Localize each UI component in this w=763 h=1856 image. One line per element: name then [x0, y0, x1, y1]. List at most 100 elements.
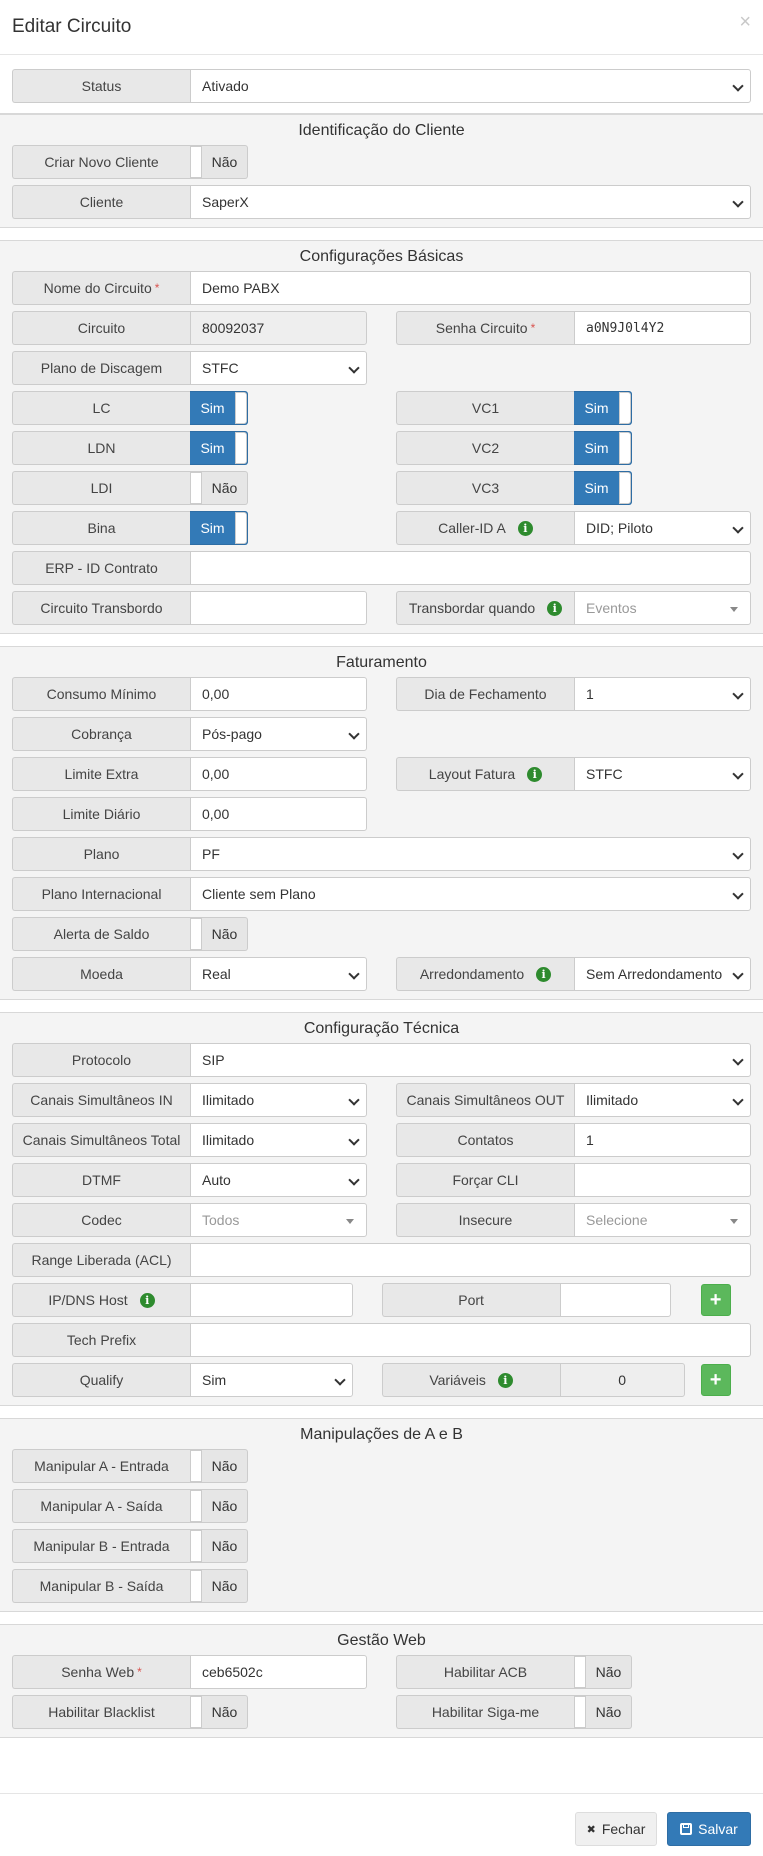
vc1-label: VC1	[396, 391, 574, 425]
dial-plan-select[interactable]: STFC	[190, 351, 367, 385]
insecure-select[interactable]: Selecione	[574, 1203, 751, 1237]
daily-limit-input[interactable]: 0,00	[190, 797, 367, 831]
vc3-toggle[interactable]: Sim	[574, 471, 632, 505]
add-host-button[interactable]: +	[700, 1284, 731, 1316]
currency-select[interactable]: Real	[190, 957, 367, 991]
channels-in-select[interactable]: Ilimitado	[190, 1083, 367, 1117]
ip-host-input[interactable]	[190, 1283, 353, 1317]
min-consumption-input[interactable]: 0,00	[190, 677, 367, 711]
contacts-input[interactable]: 1	[574, 1123, 751, 1157]
add-variable-button[interactable]: +	[700, 1364, 731, 1396]
info-icon[interactable]: i	[517, 520, 533, 536]
circuit-password-input[interactable]: a0N9J0l4Y2	[574, 311, 751, 345]
basic-config-section: Configurações Básicas Nome do Circuito * …	[0, 240, 763, 634]
manipulation-section: Manipulações de A e B Manipular A - Entr…	[0, 1418, 763, 1612]
info-icon[interactable]: i	[497, 1372, 513, 1388]
rounding-label: Arredondamento i	[396, 957, 574, 991]
erp-contract-label: ERP - ID Contrato	[12, 551, 190, 585]
vc1-toggle[interactable]: Sim	[574, 391, 632, 425]
tech-config-section: Configuração Técnica Protocolo SIP Canai…	[0, 1012, 763, 1406]
billing-type-select[interactable]: Pós-pago	[190, 717, 367, 751]
port-input[interactable]	[559, 1283, 671, 1317]
lc-toggle[interactable]: Sim	[190, 391, 248, 425]
ldi-toggle[interactable]: Não	[190, 471, 248, 505]
info-icon[interactable]: i	[527, 766, 543, 782]
vc2-toggle[interactable]: Sim	[574, 431, 632, 465]
web-password-label: Senha Web *	[12, 1655, 190, 1689]
acl-range-input[interactable]	[190, 1243, 751, 1277]
close-button[interactable]: ✖ Fechar	[575, 1812, 657, 1846]
qualify-select[interactable]: Sim	[190, 1363, 353, 1397]
client-select[interactable]: SaperX	[190, 185, 751, 219]
client-section: Identificação do Cliente Criar Novo Clie…	[0, 114, 763, 228]
force-cli-label: Forçar CLI	[396, 1163, 574, 1197]
manip-b-out-toggle[interactable]: Não	[190, 1569, 248, 1603]
protocol-select[interactable]: SIP	[190, 1043, 751, 1077]
billing-type-label: Cobrança	[12, 717, 190, 751]
manip-a-in-label: Manipular A - Entrada	[12, 1449, 190, 1483]
currency-label: Moeda	[12, 957, 190, 991]
tech-prefix-label: Tech Prefix	[12, 1323, 190, 1357]
section-title: Manipulações de A e B	[300, 1426, 463, 1443]
intl-plan-select[interactable]: Cliente sem Plano	[190, 877, 751, 911]
channels-total-label: Canais Simultâneos Total	[12, 1123, 190, 1157]
info-icon[interactable]: i	[547, 600, 563, 616]
balance-alert-label: Alerta de Saldo	[12, 917, 190, 951]
edit-circuit-modal: Editar Circuito × Status Ativado Identif…	[0, 0, 763, 1856]
manip-a-out-toggle[interactable]: Não	[190, 1489, 248, 1523]
enable-blacklist-toggle[interactable]: Não	[190, 1695, 248, 1729]
invoice-layout-select[interactable]: STFC	[574, 757, 751, 791]
intl-plan-label: Plano Internacional	[12, 877, 190, 911]
dtmf-select[interactable]: Auto	[190, 1163, 367, 1197]
info-icon[interactable]: i	[139, 1292, 155, 1308]
channels-out-select[interactable]: Ilimitado	[574, 1083, 751, 1117]
required-icon: *	[137, 1665, 142, 1679]
new-client-toggle[interactable]: Não	[190, 145, 248, 179]
variables-label: Variáveis i	[381, 1363, 560, 1397]
enable-follow-me-toggle[interactable]: Não	[574, 1695, 632, 1729]
codec-label: Codec	[12, 1203, 190, 1237]
codec-select[interactable]: Todos	[190, 1203, 367, 1237]
force-cli-input[interactable]	[574, 1163, 751, 1197]
vc2-label: VC2	[396, 431, 574, 465]
overflow-when-select[interactable]: Eventos	[574, 591, 751, 625]
manip-a-in-toggle[interactable]: Não	[190, 1449, 248, 1483]
manip-a-out-label: Manipular A - Saída	[12, 1489, 190, 1523]
overflow-circuit-input[interactable]	[190, 591, 367, 625]
channels-in-label: Canais Simultâneos IN	[12, 1083, 190, 1117]
client-label: Cliente	[12, 185, 190, 219]
channels-out-label: Canais Simultâneos OUT	[396, 1083, 574, 1117]
protocol-label: Protocolo	[12, 1043, 190, 1077]
plan-label: Plano	[12, 837, 190, 871]
status-select[interactable]: Ativado	[190, 69, 751, 103]
erp-contract-input[interactable]	[190, 551, 751, 585]
circuit-password-label: Senha Circuito *	[396, 311, 574, 345]
enable-acb-toggle[interactable]: Não	[574, 1655, 632, 1689]
web-password-input[interactable]: ceb6502c	[190, 1655, 367, 1689]
extra-limit-input[interactable]: 0,00	[190, 757, 367, 791]
circuit-name-input[interactable]: Demo PABX	[190, 271, 751, 305]
status-section: Status Ativado	[0, 55, 763, 114]
closing-day-select[interactable]: 1	[574, 677, 751, 711]
qualify-label: Qualify	[12, 1363, 190, 1397]
rounding-select[interactable]: Sem Arredondamento	[574, 957, 751, 991]
overflow-when-label: Transbordar quando i	[396, 591, 574, 625]
caller-id-select[interactable]: DID; Piloto	[574, 511, 751, 545]
extra-limit-label: Limite Extra	[12, 757, 190, 791]
vc3-label: VC3	[396, 471, 574, 505]
bina-toggle[interactable]: Sim	[190, 511, 248, 545]
plan-select[interactable]: PF	[190, 837, 751, 871]
circuit-input: 80092037	[190, 311, 367, 345]
close-icon[interactable]: ×	[739, 12, 751, 32]
channels-total-select[interactable]: Ilimitado	[190, 1123, 367, 1157]
balance-alert-toggle[interactable]: Não	[190, 917, 248, 951]
save-button[interactable]: Salvar	[667, 1812, 751, 1846]
ip-host-label: IP/DNS Host i	[12, 1283, 190, 1317]
section-title: Gestão Web	[337, 1632, 426, 1649]
modal-header: Editar Circuito ×	[0, 0, 763, 55]
info-icon[interactable]: i	[536, 966, 552, 982]
ldn-toggle[interactable]: Sim	[190, 431, 248, 465]
enable-blacklist-label: Habilitar Blacklist	[12, 1695, 190, 1729]
manip-b-in-toggle[interactable]: Não	[190, 1529, 248, 1563]
tech-prefix-input[interactable]	[190, 1323, 751, 1357]
